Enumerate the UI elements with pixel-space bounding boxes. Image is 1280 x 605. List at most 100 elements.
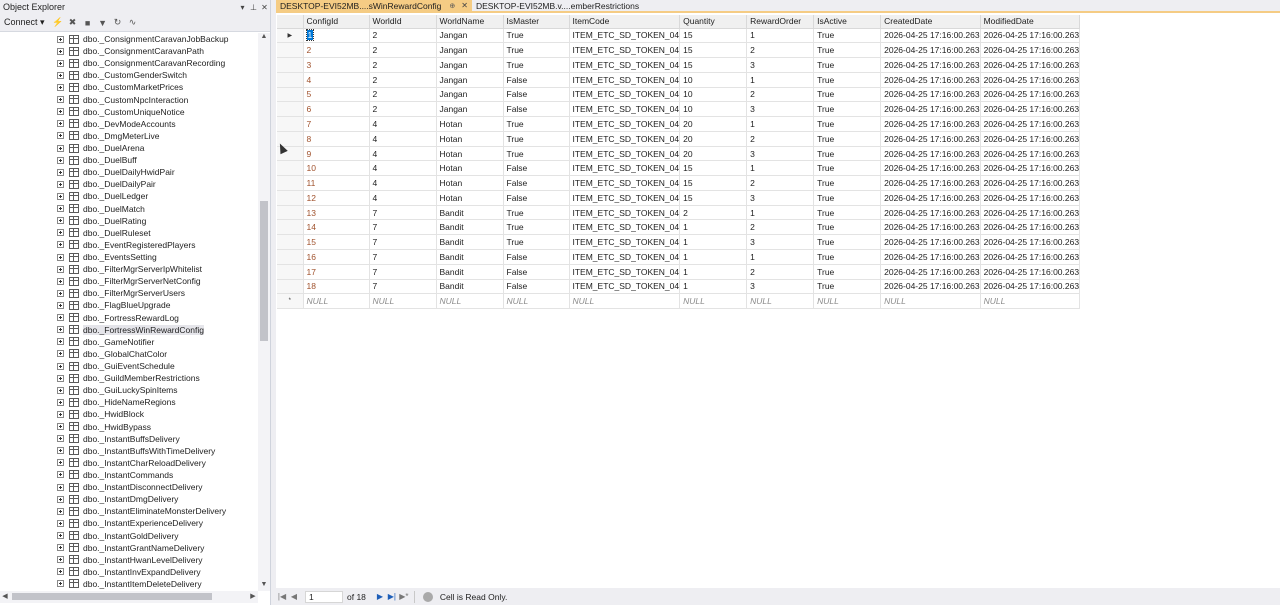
- table-cell[interactable]: 2026-04-25 17:16:00.263: [980, 131, 1081, 147]
- new-record-icon[interactable]: ▶*: [398, 592, 410, 601]
- table-cell[interactable]: Bandit: [436, 249, 504, 265]
- table-cell[interactable]: NULL: [980, 293, 1081, 310]
- table-cell[interactable]: 2026-04-25 17:16:00.263: [980, 28, 1081, 44]
- last-record-icon[interactable]: ▶|: [386, 592, 398, 601]
- table-cell[interactable]: 2026-04-25 17:16:00.263: [880, 234, 981, 250]
- table-cell[interactable]: 7: [369, 219, 437, 236]
- connect-icon[interactable]: ⚡: [52, 17, 64, 29]
- row-selector[interactable]: ▶: [277, 28, 304, 44]
- table-cell[interactable]: True: [813, 131, 882, 147]
- table-cell[interactable]: 1: [679, 234, 748, 250]
- table-cell[interactable]: 2: [746, 264, 815, 280]
- table-cell[interactable]: 2026-04-25 17:16:00.263: [880, 279, 981, 295]
- tree-horizontal-scrollbar[interactable]: ◀ ▶: [0, 591, 258, 603]
- expand-icon[interactable]: [57, 168, 64, 176]
- table-cell[interactable]: 2: [746, 219, 815, 236]
- table-cell[interactable]: True: [813, 87, 882, 103]
- tab-fortress-win-reward-config[interactable]: DESKTOP-EVI52MB....sWinRewardConfig ⊕ ✕: [276, 0, 472, 11]
- table-cell[interactable]: True: [503, 234, 570, 250]
- column-header[interactable]: ItemCode: [569, 15, 681, 29]
- table-cell[interactable]: 7: [369, 264, 437, 280]
- table-cell[interactable]: 2026-04-25 17:16:00.263: [880, 87, 981, 103]
- table-cell[interactable]: 1: [303, 28, 370, 44]
- column-header[interactable]: ConfigId: [303, 15, 370, 29]
- table-cell[interactable]: 9: [303, 146, 370, 162]
- table-cell[interactable]: True: [503, 205, 570, 221]
- table-cell[interactable]: True: [813, 160, 882, 177]
- table-cell[interactable]: Hotan: [436, 131, 504, 147]
- table-cell[interactable]: 14: [303, 219, 370, 236]
- expand-icon[interactable]: [57, 301, 64, 309]
- table-cell[interactable]: 15: [679, 190, 748, 206]
- expand-icon[interactable]: [57, 580, 64, 588]
- expand-icon[interactable]: [57, 507, 64, 515]
- expand-icon[interactable]: [57, 144, 64, 152]
- tree-item-table[interactable]: dbo._InstantGoldDelivery: [0, 529, 258, 541]
- table-cell[interactable]: 2026-04-25 17:16:00.263: [880, 205, 981, 221]
- column-header[interactable]: ModifiedDate: [980, 15, 1081, 29]
- tree-item-table[interactable]: dbo._DuelDailyHwidPair: [0, 166, 258, 178]
- tree-item-table[interactable]: dbo._CustomMarketPrices: [0, 81, 258, 93]
- table-cell[interactable]: 1: [679, 249, 748, 265]
- table-cell[interactable]: 1: [679, 264, 748, 280]
- column-header[interactable]: Quantity: [679, 15, 748, 29]
- table-cell[interactable]: False: [503, 87, 570, 103]
- table-cell[interactable]: ITEM_ETC_SD_TOKEN_04: [569, 116, 681, 132]
- table-cell[interactable]: Hotan: [436, 146, 504, 162]
- row-selector[interactable]: [277, 175, 304, 191]
- table-cell[interactable]: False: [503, 160, 570, 177]
- table-cell[interactable]: 2: [369, 57, 437, 73]
- tree-item-table[interactable]: dbo._GuiEventSchedule: [0, 360, 258, 372]
- table-cell[interactable]: 4: [303, 72, 370, 88]
- tree-item-table[interactable]: dbo._GuiLuckySpinItems: [0, 384, 258, 396]
- row-selector[interactable]: [277, 72, 304, 88]
- tree-item-table[interactable]: dbo._DuelMatch: [0, 203, 258, 215]
- table-cell[interactable]: True: [813, 234, 882, 250]
- row-selector[interactable]: [277, 279, 304, 295]
- table-cell[interactable]: 3: [746, 57, 815, 73]
- tree-item-table[interactable]: dbo._InstantGrantNameDelivery: [0, 542, 258, 554]
- expand-icon[interactable]: [57, 132, 64, 140]
- table-cell[interactable]: 2026-04-25 17:16:00.263: [980, 190, 1081, 206]
- row-selector[interactable]: [277, 234, 304, 250]
- expand-icon[interactable]: [57, 96, 64, 104]
- table-cell[interactable]: Hotan: [436, 160, 504, 177]
- table-cell[interactable]: 2: [369, 28, 437, 44]
- expand-icon[interactable]: [57, 217, 64, 225]
- table-cell[interactable]: False: [503, 190, 570, 206]
- tree-item-table[interactable]: dbo._InstantDisconnectDelivery: [0, 481, 258, 493]
- table-cell[interactable]: True: [503, 57, 570, 73]
- table-cell[interactable]: Hotan: [436, 175, 504, 191]
- table-cell[interactable]: ITEM_ETC_SD_TOKEN_04: [569, 190, 681, 206]
- expand-icon[interactable]: [57, 35, 64, 43]
- pin-icon[interactable]: ⊕: [449, 2, 455, 10]
- table-cell[interactable]: 2: [369, 101, 437, 118]
- table-cell[interactable]: 2: [679, 205, 748, 221]
- table-cell[interactable]: 2: [746, 131, 815, 147]
- table-cell[interactable]: 3: [746, 146, 815, 162]
- table-cell[interactable]: 2026-04-25 17:16:00.263: [980, 160, 1081, 177]
- expand-icon[interactable]: [57, 483, 64, 491]
- table-cell[interactable]: 15: [679, 175, 748, 191]
- expand-icon[interactable]: [57, 435, 64, 443]
- filter-icon[interactable]: ▼: [97, 17, 109, 29]
- tree-item-table[interactable]: dbo._InstantCommands: [0, 469, 258, 481]
- table-cell[interactable]: 15: [679, 57, 748, 73]
- tree-item-table[interactable]: dbo._InstantHwanLevelDelivery: [0, 554, 258, 566]
- tree-item-table[interactable]: dbo._CustomGenderSwitch: [0, 69, 258, 81]
- table-cell[interactable]: 2026-04-25 17:16:00.263: [980, 42, 1081, 59]
- table-cell[interactable]: 20: [679, 131, 748, 147]
- table-cell[interactable]: 4: [369, 116, 437, 132]
- expand-icon[interactable]: [57, 326, 64, 334]
- table-cell[interactable]: 4: [369, 146, 437, 162]
- table-cell[interactable]: False: [503, 101, 570, 118]
- tree-item-table[interactable]: dbo._DuelRating: [0, 215, 258, 227]
- table-cell[interactable]: ITEM_ETC_SD_TOKEN_04: [569, 249, 681, 265]
- table-cell[interactable]: 11: [303, 175, 370, 191]
- row-selector[interactable]: [277, 264, 304, 280]
- table-cell[interactable]: ITEM_ETC_SD_TOKEN_04: [569, 87, 681, 103]
- table-cell[interactable]: 2: [303, 42, 370, 59]
- tree-item-table[interactable]: dbo._GlobalChatColor: [0, 348, 258, 360]
- table-cell[interactable]: ITEM_ETC_SD_TOKEN_04: [569, 72, 681, 88]
- table-cell[interactable]: 2026-04-25 17:16:00.263: [880, 28, 981, 44]
